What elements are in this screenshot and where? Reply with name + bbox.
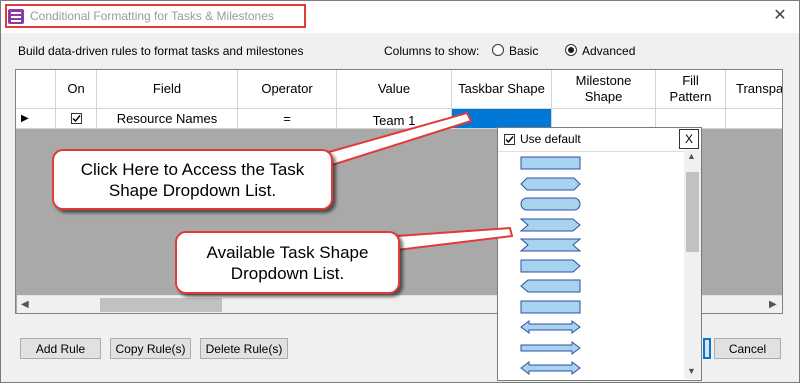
callout-available-shapes: Available Task Shape Dropdown List.: [175, 231, 400, 294]
callout-task-shape: Click Here to Access the Task Shape Drop…: [52, 149, 333, 210]
